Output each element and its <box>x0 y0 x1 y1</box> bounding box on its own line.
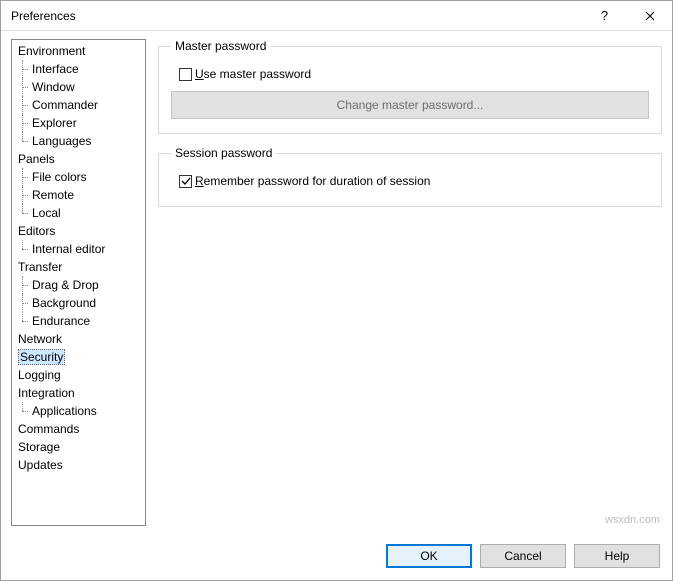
remember-password-checkbox[interactable] <box>179 175 192 188</box>
settings-pane: Master password Use master password Chan… <box>158 39 662 526</box>
tree-item-window[interactable]: Window <box>12 78 145 96</box>
help-button[interactable]: Help <box>574 544 660 568</box>
tree-item-updates[interactable]: Updates <box>12 456 145 474</box>
watermark: wsxdn.com <box>158 514 662 526</box>
dialog-footer: OK Cancel Help <box>1 534 672 580</box>
preferences-dialog: Preferences ? Environment Interface Wind… <box>0 0 673 581</box>
tree-item-transfer[interactable]: Transfer <box>12 258 145 276</box>
tree-item-environment[interactable]: Environment <box>12 42 145 60</box>
tree-item-integration[interactable]: Integration <box>12 384 145 402</box>
tree-item-security[interactable]: Security <box>12 348 145 366</box>
tree-item-languages[interactable]: Languages <box>12 132 145 150</box>
tree-item-explorer[interactable]: Explorer <box>12 114 145 132</box>
tree-item-remote[interactable]: Remote <box>12 186 145 204</box>
tree-item-storage[interactable]: Storage <box>12 438 145 456</box>
help-icon[interactable]: ? <box>582 1 627 31</box>
use-master-password-row[interactable]: Use master password <box>179 67 649 81</box>
tree-item-logging[interactable]: Logging <box>12 366 145 384</box>
cancel-button[interactable]: Cancel <box>480 544 566 568</box>
use-master-password-label: Use master password <box>195 67 311 81</box>
ok-button[interactable]: OK <box>386 544 472 568</box>
tree-item-panels[interactable]: Panels <box>12 150 145 168</box>
remember-password-row[interactable]: Remember password for duration of sessio… <box>179 174 649 188</box>
session-password-group: Session password Remember password for d… <box>158 146 662 207</box>
nav-tree[interactable]: Environment Interface Window Commander E… <box>11 39 146 526</box>
remember-password-label: Remember password for duration of sessio… <box>195 174 430 188</box>
tree-item-applications[interactable]: Applications <box>12 402 145 420</box>
close-icon[interactable] <box>627 1 672 31</box>
tree-item-editors[interactable]: Editors <box>12 222 145 240</box>
tree-item-network[interactable]: Network <box>12 330 145 348</box>
tree-item-dragdrop[interactable]: Drag & Drop <box>12 276 145 294</box>
session-password-title: Session password <box>171 146 276 160</box>
tree-item-local[interactable]: Local <box>12 204 145 222</box>
titlebar: Preferences ? <box>1 1 672 31</box>
tree-item-background[interactable]: Background <box>12 294 145 312</box>
use-master-password-checkbox[interactable] <box>179 68 192 81</box>
tree-item-endurance[interactable]: Endurance <box>12 312 145 330</box>
tree-item-filecolors[interactable]: File colors <box>12 168 145 186</box>
content-area: Environment Interface Window Commander E… <box>1 31 672 534</box>
tree-item-internaleditor[interactable]: Internal editor <box>12 240 145 258</box>
master-password-title: Master password <box>171 39 270 53</box>
window-title: Preferences <box>11 9 582 23</box>
tree-item-commander[interactable]: Commander <box>12 96 145 114</box>
tree-item-interface[interactable]: Interface <box>12 60 145 78</box>
change-master-password-button: Change master password... <box>171 91 649 119</box>
master-password-group: Master password Use master password Chan… <box>158 39 662 134</box>
tree-item-commands[interactable]: Commands <box>12 420 145 438</box>
